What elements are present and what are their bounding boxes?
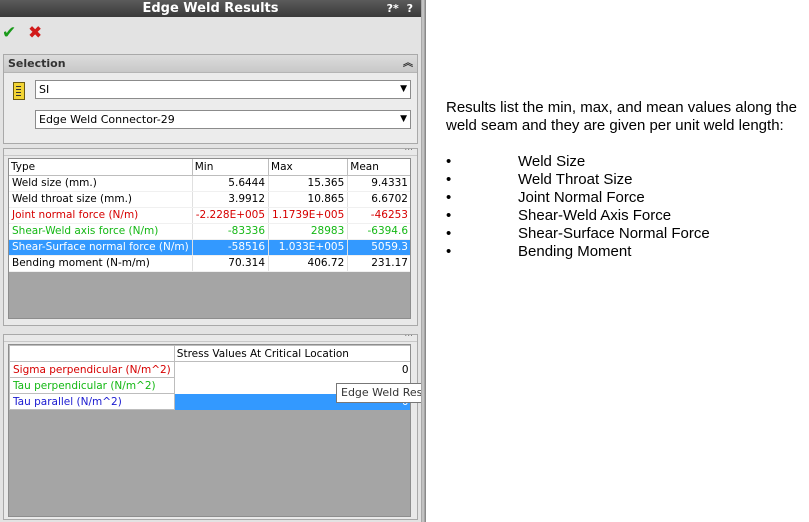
cell-min: -58516 xyxy=(192,239,270,256)
selection-header[interactable]: Selection ︽ xyxy=(4,55,417,73)
cell-max: 15.365 xyxy=(268,175,349,192)
stress-grid: Stress Values At Critical Location Sigma… xyxy=(8,344,411,517)
cell-mean: -46253 xyxy=(347,207,410,224)
cancel-x-icon[interactable]: ✖ xyxy=(28,24,46,42)
cell-max: 10.865 xyxy=(268,191,349,208)
list-item-text: Bending Moment xyxy=(518,243,632,260)
list-item-text: Shear-Weld Axis Force xyxy=(518,207,672,224)
list-item: • Joint Normal Force xyxy=(446,189,806,207)
cell-min: 70.314 xyxy=(192,255,270,272)
frame-grip[interactable] xyxy=(4,143,417,156)
column-header-type[interactable]: Type xyxy=(9,159,193,176)
list-item-text: Weld Size xyxy=(518,153,586,170)
help-tips-icon[interactable]: ?* xyxy=(387,2,399,15)
results-header-row: Type Min Max Mean xyxy=(9,159,410,176)
list-item-text: Weld Throat Size xyxy=(518,171,633,188)
cell-min: -83336 xyxy=(192,223,270,240)
cell-mean: 5059.3 xyxy=(347,239,410,256)
bullet-icon: • xyxy=(446,189,452,206)
list-item: • Bending Moment xyxy=(446,243,806,261)
selection-header-label: Selection xyxy=(8,57,66,70)
connector-dropdown[interactable]: Edge Weld Connector-29 ▼ xyxy=(35,110,411,129)
table-row[interactable]: Bending moment (N-m/m) 70.314 406.72 231… xyxy=(9,255,410,272)
tooltip: Edge Weld Results xyxy=(336,383,421,403)
connector-dropdown-value: Edge Weld Connector-29 xyxy=(39,113,175,126)
units-dropdown-value: SI xyxy=(39,83,50,96)
bullet-icon: • xyxy=(446,207,452,224)
column-header-max[interactable]: Max xyxy=(268,159,349,176)
cell-mean: 6.6702 xyxy=(347,191,410,208)
title-icons: ?* ? xyxy=(383,0,413,17)
cell-max: 28983 xyxy=(268,223,349,240)
cell-max: 1.1739E+005 xyxy=(268,207,349,224)
panel-titlebar: Edge Weld Results ?* ? xyxy=(0,0,421,17)
table-row[interactable]: Sigma perpendicular (N/m^2) 0 xyxy=(9,361,410,378)
property-manager-panel: Edge Weld Results ?* ? ✔ ✖ Selection ︽ S… xyxy=(0,0,421,522)
table-row[interactable]: Weld throat size (mm.) 3.9912 10.865 6.6… xyxy=(9,191,410,208)
table-row[interactable]: Weld size (mm.) 5.6444 15.365 9.4331 xyxy=(9,175,410,192)
stress-header-row: Stress Values At Critical Location xyxy=(9,345,410,362)
results-table: Type Min Max Mean Weld size (mm.) 5.6444… xyxy=(9,159,410,272)
cell-value: 0 xyxy=(174,361,410,378)
table-row-selected[interactable]: Shear-Surface normal force (N/m) -58516 … xyxy=(9,239,410,256)
column-header-mean[interactable]: Mean xyxy=(347,159,410,176)
panel-splitter[interactable] xyxy=(421,0,426,522)
bullet-icon: • xyxy=(446,243,452,260)
cell-min: -2.228E+005 xyxy=(192,207,270,224)
column-header-min[interactable]: Min xyxy=(192,159,270,176)
ok-checkmark-icon[interactable]: ✔ xyxy=(2,24,20,42)
notes-list: • Weld Size • Weld Throat Size • Joint Norm… xyxy=(446,153,806,261)
cell-type: Bending moment (N-m/m) xyxy=(9,255,193,272)
units-dropdown[interactable]: SI ▼ xyxy=(35,80,411,99)
notes-intro: Results list the min, max, and mean valu… xyxy=(446,99,798,134)
cell-min: 3.9912 xyxy=(192,191,270,208)
cell-max: 1.033E+005 xyxy=(268,239,349,256)
bullet-icon: • xyxy=(446,153,452,170)
ruler-units-icon xyxy=(13,82,25,100)
cell-type: Weld size (mm.) xyxy=(9,175,193,192)
frame-grip[interactable] xyxy=(4,329,417,342)
bullet-icon: • xyxy=(446,171,452,188)
dropdown-arrow-icon[interactable]: ▼ xyxy=(400,111,407,128)
cell-type: Shear-Surface normal force (N/m) xyxy=(9,239,193,256)
cell-type: Joint normal force (N/m) xyxy=(9,207,193,224)
cell-mean: -6394.6 xyxy=(347,223,410,240)
bullet-icon: • xyxy=(446,225,452,242)
collapse-chevron-icon[interactable]: ︽ xyxy=(403,55,413,73)
cell-min: 5.6444 xyxy=(192,175,270,192)
row-label-tau-parallel: Tau parallel (N/m^2) xyxy=(9,393,175,410)
list-item: • Shear-Surface Normal Force xyxy=(446,225,806,243)
selection-group: Selection ︽ SI ▼ Edge Weld Connector-29 … xyxy=(3,54,418,144)
cell-type: Weld throat size (mm.) xyxy=(9,191,193,208)
list-item: • Weld Size xyxy=(446,153,806,171)
list-item-text: Joint Normal Force xyxy=(518,189,645,206)
results-table-frame: Type Min Max Mean Weld size (mm.) 5.6444… xyxy=(3,143,418,326)
row-label-tau-perpendicular: Tau perpendicular (N/m^2) xyxy=(9,377,175,394)
dropdown-arrow-icon[interactable]: ▼ xyxy=(400,81,407,98)
list-item-text: Shear-Surface Normal Force xyxy=(518,225,710,242)
row-label-sigma-perpendicular: Sigma perpendicular (N/m^2) xyxy=(9,361,175,378)
notes-text: Results list the min, max, and mean valu… xyxy=(446,99,806,261)
results-grid: Type Min Max Mean Weld size (mm.) 5.6444… xyxy=(8,158,411,319)
list-item: • Shear-Weld Axis Force xyxy=(446,207,806,225)
stress-corner-header xyxy=(9,345,175,362)
panel-title: Edge Weld Results xyxy=(142,1,279,16)
cell-type: Shear-Weld axis force (N/m) xyxy=(9,223,193,240)
list-item: • Weld Throat Size xyxy=(446,171,806,189)
table-row[interactable]: Joint normal force (N/m) -2.228E+005 1.1… xyxy=(9,207,410,224)
help-icon[interactable]: ? xyxy=(407,2,413,15)
cell-mean: 9.4331 xyxy=(347,175,410,192)
stress-table-frame: Stress Values At Critical Location Sigma… xyxy=(3,329,418,520)
column-header-stress[interactable]: Stress Values At Critical Location xyxy=(173,345,410,362)
table-row[interactable]: Shear-Weld axis force (N/m) -83336 28983… xyxy=(9,223,410,240)
cell-mean: 231.17 xyxy=(347,255,410,272)
cell-max: 406.72 xyxy=(268,255,349,272)
